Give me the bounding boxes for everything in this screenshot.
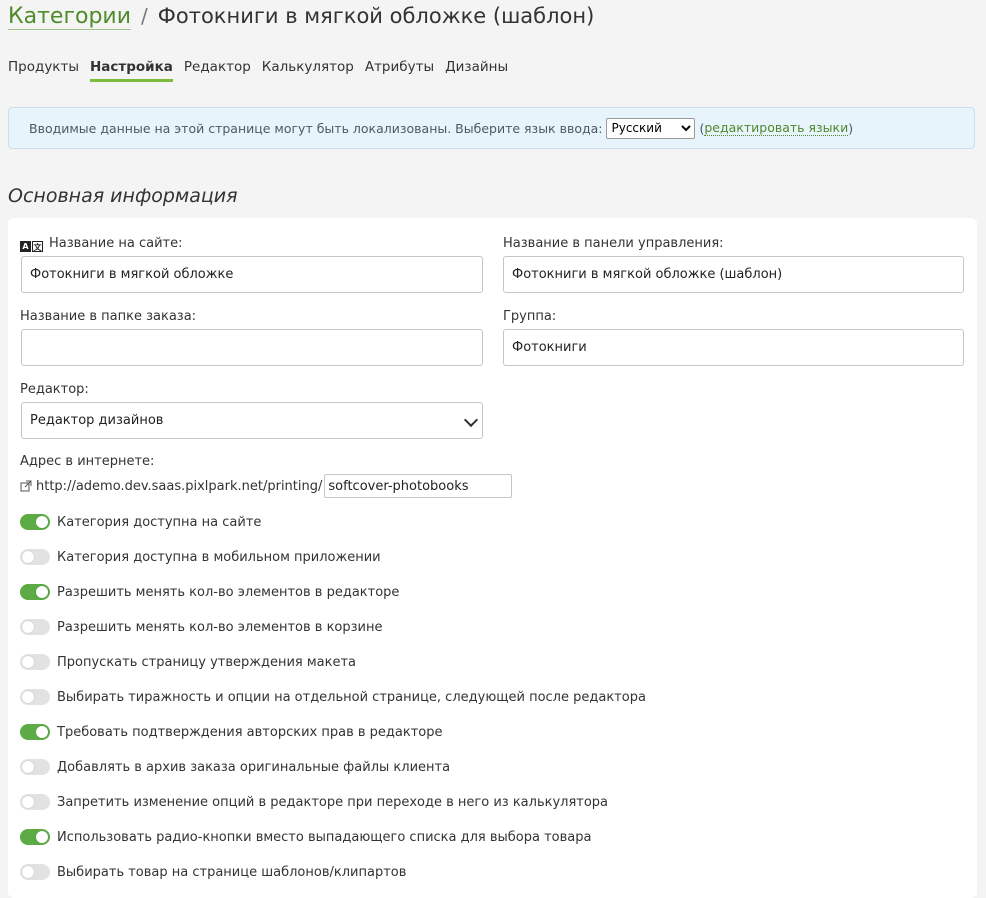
toggle-row[interactable]: Выбирать тиражность и опции на отдельной… [20, 689, 646, 705]
toggle-label: Запретить изменение опций в редакторе пр… [57, 794, 609, 810]
external-link-icon[interactable] [20, 480, 32, 492]
toggle-knob [22, 796, 34, 808]
group-input[interactable]: Фотокниги [503, 329, 964, 366]
url-slug-input[interactable]: softcover-photobooks [324, 474, 513, 498]
tab-attributes[interactable]: Атрибуты [365, 59, 434, 82]
toggle-switch[interactable] [20, 759, 50, 775]
toggle-label: Выбирать товар на странице шаблонов/клип… [57, 864, 407, 880]
toggle-label: Категория доступна на сайте [57, 514, 262, 530]
toggle-label: Пропускать страницу утверждения макета [57, 654, 357, 670]
toggle-knob [36, 831, 48, 843]
toggle-label: Разрешить менять кол-во элементов в реда… [57, 584, 400, 600]
toggle-label: Разрешить менять кол-во элементов в корз… [57, 619, 383, 635]
language-select[interactable]: Русский [606, 117, 696, 139]
toggle-row[interactable]: Добавлять в архив заказа оригинальные фа… [20, 759, 450, 775]
toggle-switch[interactable] [20, 864, 50, 880]
toggle-row[interactable]: Разрешить менять кол-во элементов в реда… [20, 584, 399, 600]
toggle-knob [36, 586, 48, 598]
section-title: Основная информация [8, 185, 238, 207]
notice-text: Вводимые данные на этой странице могут б… [29, 120, 603, 136]
toggle-knob [36, 516, 48, 528]
editor-select[interactable]: Редактор дизайнов [21, 402, 483, 439]
url-prefix: http://ademo.dev.saas.pixlpark.net/print… [36, 478, 323, 494]
toggle-label: Требовать подтверждения авторских прав в… [57, 724, 443, 740]
translate-icon: A文 [20, 241, 43, 252]
order-folder-input[interactable] [21, 329, 483, 366]
toggle-knob [22, 551, 34, 563]
toggle-switch[interactable] [20, 514, 50, 530]
tab-bar: Продукты Настройка Редактор Калькулятор … [8, 59, 519, 82]
toggle-knob [22, 866, 34, 878]
toggle-switch[interactable] [20, 829, 50, 845]
toggle-row[interactable]: Требовать подтверждения авторских прав в… [20, 724, 443, 740]
main-info-card: A 文 Название на сайте: Фотокниги в мягкой … [8, 218, 977, 898]
toggle-switch[interactable] [20, 654, 50, 670]
toggle-label: Добавлять в архив заказа оригинальные фа… [57, 759, 451, 775]
toggle-switch[interactable] [20, 794, 50, 810]
toggle-label: Категория доступна в мобильном приложени… [57, 549, 381, 565]
toggle-row[interactable]: Категория доступна на сайте [20, 514, 261, 530]
page-title: Фотокниги в мягкой обложке (шаблон) [157, 4, 595, 28]
tab-settings[interactable]: Настройка [89, 59, 173, 82]
toggle-knob [22, 621, 34, 633]
toggle-row[interactable]: Разрешить менять кол-во элементов в корз… [20, 619, 383, 635]
tab-products[interactable]: Продукты [8, 59, 79, 82]
toggle-label: Использовать радио-кнопки вместо выпадаю… [57, 829, 592, 845]
breadcrumb-categories-link[interactable]: Категории [8, 4, 132, 30]
admin-name-input[interactable]: Фотокниги в мягкой обложке (шаблон) [503, 256, 964, 293]
url-label: Адрес в интернете: [20, 454, 155, 469]
edit-languages-link[interactable]: редактировать языки [704, 120, 849, 136]
toggle-switch[interactable] [20, 689, 50, 705]
url-row: http://ademo.dev.saas.pixlpark.net/print… [20, 474, 513, 498]
toggle-row[interactable]: Запретить изменение опций в редакторе пр… [20, 794, 608, 810]
editor-select-value: Редактор дизайнов [30, 413, 164, 428]
toggle-row[interactable]: Выбирать товар на странице шаблонов/клип… [20, 864, 406, 880]
toggle-label: Выбирать тиражность и опции на отдельной… [57, 689, 646, 705]
toggle-switch[interactable] [20, 724, 50, 740]
site-name-input[interactable]: Фотокниги в мягкой обложке [21, 256, 483, 293]
toggle-switch[interactable] [20, 549, 50, 565]
site-name-label-row: A 文 Название на сайте: [20, 236, 182, 252]
toggle-row[interactable]: Использовать радио-кнопки вместо выпадаю… [20, 829, 591, 845]
toggle-row[interactable]: Пропускать страницу утверждения макета [20, 654, 356, 670]
toggle-switch[interactable] [20, 619, 50, 635]
admin-name-label: Название в панели управления: [503, 236, 724, 251]
order-folder-label: Название в папке заказа: [20, 309, 197, 324]
site-name-label: Название на сайте: [49, 236, 183, 251]
toggle-knob [22, 656, 34, 668]
tab-calculator[interactable]: Калькулятор [262, 59, 354, 82]
tab-designs[interactable]: Дизайны [445, 59, 508, 82]
toggle-knob [22, 691, 34, 703]
toggle-switch[interactable] [20, 584, 50, 600]
toggle-row[interactable]: Категория доступна в мобильном приложени… [20, 549, 381, 565]
editor-label: Редактор: [20, 382, 89, 397]
localization-notice: Вводимые данные на этой странице могут б… [8, 107, 975, 149]
tab-editor[interactable]: Редактор [184, 59, 251, 82]
toggle-knob [22, 761, 34, 773]
toggle-knob [36, 726, 48, 738]
group-label: Группа: [503, 309, 557, 324]
breadcrumb-separator: / [141, 4, 148, 28]
notice-close-paren: ) [848, 120, 854, 136]
chevron-down-icon [463, 412, 479, 428]
breadcrumb: Категории / Фотокниги в мягкой обложке (… [8, 4, 594, 36]
